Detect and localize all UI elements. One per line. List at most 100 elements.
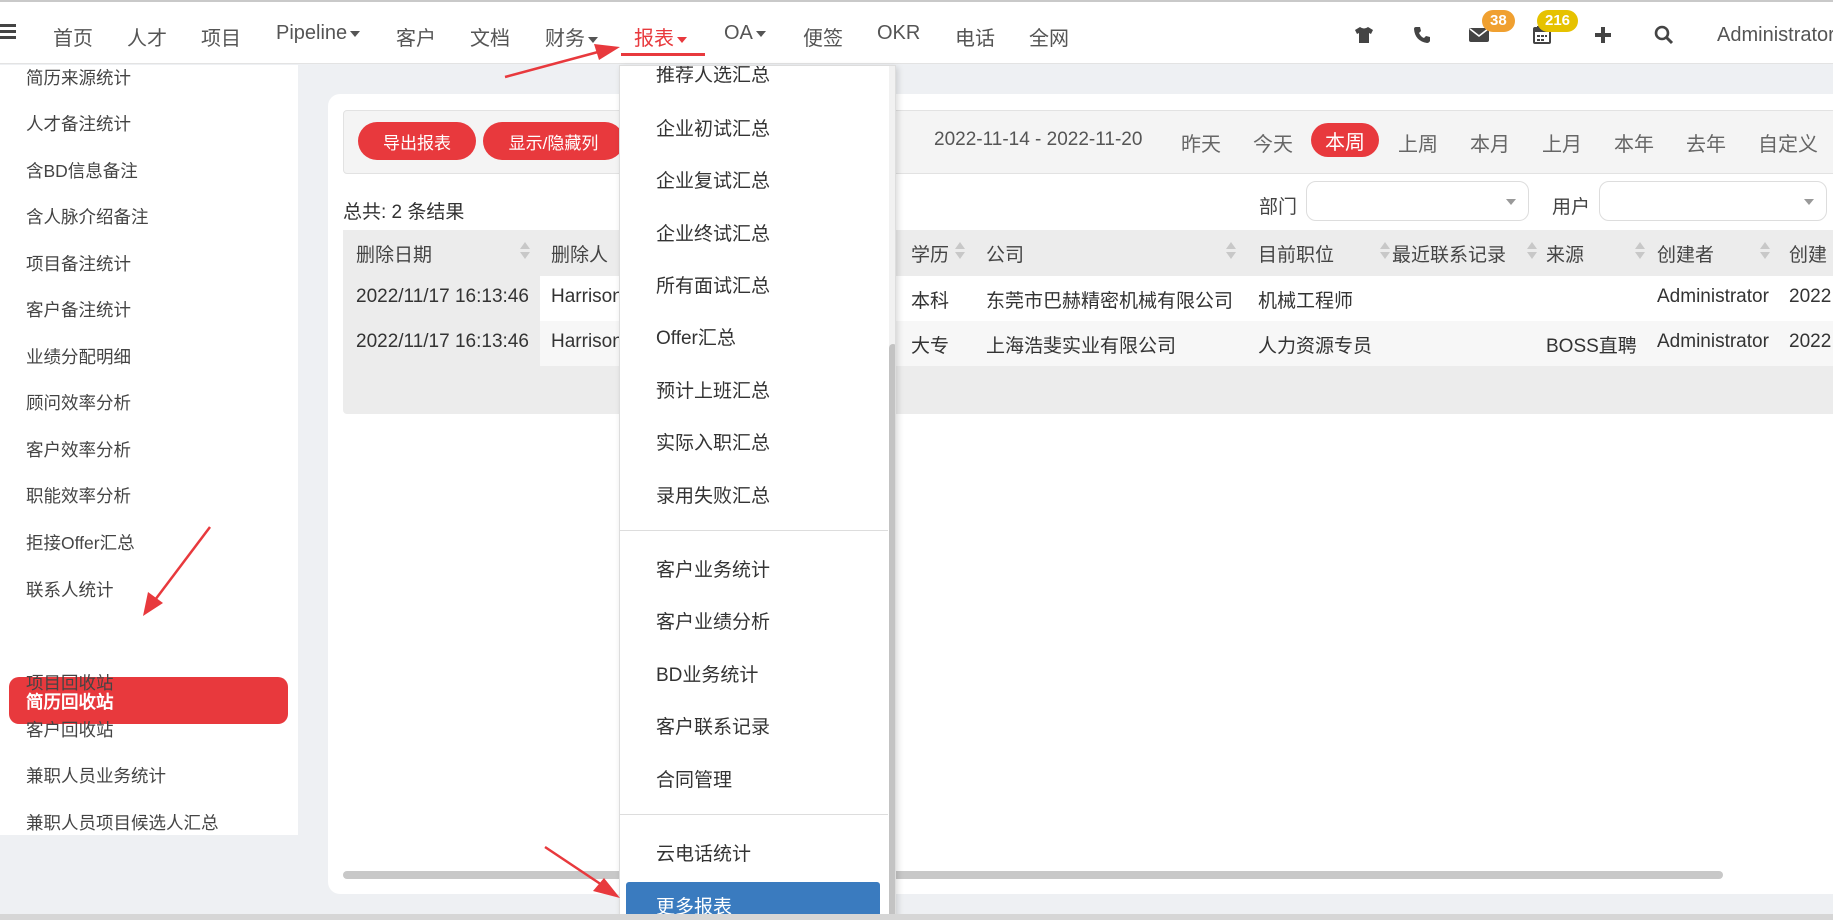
user-label: 用户 <box>1552 197 1591 218</box>
sidebar-item[interactable]: 联系人统计 <box>26 577 114 602</box>
chevron-down-icon <box>1506 199 1516 205</box>
menu-item[interactable]: 所有面试汇总 <box>656 271 770 298</box>
sidebar-item[interactable]: 职能效率分析 <box>26 483 131 508</box>
cell-position: 人力资源专员 <box>1258 336 1373 357</box>
search-icon[interactable] <box>1651 22 1677 48</box>
sort-icon[interactable] <box>520 240 530 262</box>
column-header-deleter[interactable]: 删除人 <box>551 240 608 267</box>
cell-company: 东莞市巴赫精密机械有限公司 <box>986 291 1234 312</box>
nav-talent[interactable]: 人才 <box>127 22 167 51</box>
menu-item[interactable]: 客户业绩分析 <box>656 607 770 634</box>
menu-scrollbar-thumb[interactable] <box>889 344 895 919</box>
sidebar-item[interactable]: 兼职人员业务统计 <box>26 763 166 788</box>
column-header-company[interactable]: 公司 <box>986 240 1024 267</box>
reports-dropdown-menu: 推荐人选汇总 企业初试汇总 企业复试汇总 企业终试汇总 所有面试汇总 Offer… <box>619 65 896 920</box>
bottom-edge <box>0 914 1833 920</box>
column-header-delete-date[interactable]: 删除日期 <box>356 240 432 267</box>
nav-pipeline[interactable]: Pipeline <box>276 22 361 45</box>
sidebar: 简历来源统计 人才备注统计 含BD信息备注 含人脉介绍备注 项目备注统计 客户备… <box>0 65 298 835</box>
menu-item[interactable]: 企业初试汇总 <box>656 114 770 141</box>
nav-home[interactable]: 首页 <box>53 22 93 51</box>
menu-item[interactable]: 客户业务统计 <box>656 555 770 582</box>
period-last-month[interactable]: 上月 <box>1542 128 1582 157</box>
plus-icon[interactable] <box>1590 22 1616 48</box>
sidebar-item[interactable]: 业绩分配明细 <box>26 344 131 369</box>
nav-projects[interactable]: 项目 <box>201 22 241 51</box>
cell-company: 上海浩斐实业有限公司 <box>986 336 1177 357</box>
period-this-week[interactable]: 本周 <box>1311 123 1379 157</box>
sidebar-item[interactable]: 简历来源统计 <box>26 65 131 90</box>
chevron-down-icon <box>1804 199 1814 205</box>
phone-icon[interactable] <box>1409 22 1435 48</box>
column-header-position[interactable]: 目前职位 <box>1258 240 1334 267</box>
period-today[interactable]: 今天 <box>1253 128 1293 157</box>
nav-documents[interactable]: 文档 <box>470 22 510 51</box>
period-last-year[interactable]: 去年 <box>1686 128 1726 157</box>
period-last-week[interactable]: 上周 <box>1398 128 1438 157</box>
period-this-year[interactable]: 本年 <box>1614 128 1654 157</box>
nav-clients[interactable]: 客户 <box>396 22 436 51</box>
sort-icon[interactable] <box>1760 240 1770 262</box>
sidebar-item[interactable]: 拒接Offer汇总 <box>26 530 135 555</box>
nav-network[interactable]: 全网 <box>1029 22 1069 51</box>
sidebar-item[interactable]: 含人脉介绍备注 <box>26 204 149 229</box>
sort-icon[interactable] <box>1635 240 1645 262</box>
column-header-source[interactable]: 来源 <box>1546 240 1584 267</box>
export-report-button[interactable]: 导出报表 <box>358 122 476 160</box>
toggle-columns-button[interactable]: 显示/隐藏列 <box>483 122 624 160</box>
menu-divider <box>620 814 888 815</box>
period-this-month[interactable]: 本月 <box>1470 128 1510 157</box>
sort-icon[interactable] <box>1380 240 1390 262</box>
sidebar-item[interactable]: 项目备注统计 <box>26 251 131 276</box>
calendar-count-badge: 216 <box>1537 10 1579 32</box>
horizontal-scrollbar[interactable] <box>343 871 1723 879</box>
column-header-last-contact[interactable]: 最近联系记录 <box>1392 240 1506 267</box>
period-yesterday[interactable]: 昨天 <box>1181 128 1221 157</box>
sidebar-item[interactable]: 人才备注统计 <box>26 111 131 136</box>
period-custom[interactable]: 自定义 <box>1758 128 1818 157</box>
nav-phone[interactable]: 电话 <box>955 22 995 51</box>
sidebar-item[interactable]: 顾问效率分析 <box>26 390 131 415</box>
date-range-picker[interactable]: 2022-11-14 - 2022-11-20 <box>934 129 1142 151</box>
sort-icon[interactable] <box>955 240 965 262</box>
department-select[interactable] <box>1306 181 1529 221</box>
menu-item[interactable]: Offer汇总 <box>656 323 736 350</box>
user-select[interactable] <box>1599 181 1827 221</box>
caret-down-icon <box>755 30 766 37</box>
cell-creator: Administrator <box>1657 331 1769 352</box>
sidebar-item[interactable]: 含BD信息备注 <box>26 158 138 183</box>
menu-item[interactable]: 合同管理 <box>656 765 732 792</box>
menu-icon[interactable] <box>0 24 16 40</box>
menu-item[interactable]: 云电话统计 <box>656 839 751 866</box>
menu-item[interactable]: BD业务统计 <box>656 660 758 687</box>
sidebar-item[interactable]: 客户效率分析 <box>26 437 131 462</box>
cell-creator: Administrator <box>1657 286 1769 307</box>
menu-item[interactable]: 推荐人选汇总 <box>656 66 770 87</box>
nav-notes[interactable]: 便签 <box>803 22 843 51</box>
result-count: 总共: 2 条结果 <box>343 202 465 223</box>
user-menu[interactable]: Administrator <box>1717 24 1833 47</box>
column-header-education[interactable]: 学历 <box>911 240 949 267</box>
cell-source: BOSS直聘 <box>1546 336 1637 357</box>
sidebar-item[interactable]: 兼职人员项目候选人汇总 <box>26 810 219 835</box>
sort-icon[interactable] <box>1226 240 1236 262</box>
menu-item[interactable]: 企业终试汇总 <box>656 219 770 246</box>
nav-reports[interactable]: 报表 <box>634 22 687 51</box>
sidebar-item[interactable]: 项目回收站 <box>26 670 114 695</box>
column-header-creator[interactable]: 创建者 <box>1657 240 1714 267</box>
cell-created: 2022 <box>1789 331 1832 352</box>
nav-finance[interactable]: 财务 <box>545 22 598 51</box>
menu-item[interactable]: 客户联系记录 <box>656 712 770 739</box>
sort-icon[interactable] <box>1527 240 1537 262</box>
sidebar-item[interactable]: 客户回收站 <box>26 717 114 742</box>
column-header-created[interactable]: 创建 <box>1789 240 1827 267</box>
shirt-icon[interactable] <box>1351 22 1377 48</box>
nav-okr[interactable]: OKR <box>877 22 920 45</box>
menu-item[interactable]: 实际入职汇总 <box>656 428 770 455</box>
cell-deleter: Harrison <box>551 286 623 307</box>
menu-item[interactable]: 录用失败汇总 <box>656 481 770 508</box>
menu-item[interactable]: 预计上班汇总 <box>656 376 770 403</box>
menu-item[interactable]: 企业复试汇总 <box>656 166 770 193</box>
nav-oa[interactable]: OA <box>724 22 766 45</box>
sidebar-item[interactable]: 客户备注统计 <box>26 297 131 322</box>
